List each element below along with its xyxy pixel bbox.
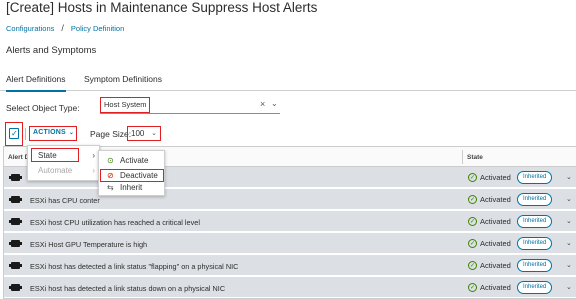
check-circle-icon: ✓ [468,195,477,204]
table-row[interactable]: ESXi host has detected a link status "fl… [4,255,576,276]
tab-symptom-definitions[interactable]: Symptom Definitions [84,74,162,84]
breadcrumb-configurations-link[interactable]: Configurations [6,24,54,33]
chevron-right-icon: › [92,151,95,160]
alert-definition-icon [9,262,22,269]
chevron-down-icon[interactable]: ⌄ [271,99,278,108]
select-all-highlight: ✓ [5,122,23,146]
check-circle-icon: ✓ [468,173,477,182]
state-highlight [31,148,79,162]
submenu-item-inherit[interactable]: ⇆ Inherit [100,182,164,195]
state-cell: ✓ Activated [468,239,511,248]
actions-button[interactable]: ACTIONS ⌄ [29,126,77,141]
page-size-label: Page Size: [90,129,132,139]
check-circle-icon: ✓ [468,261,477,270]
submenu-item-label: Activate [120,156,149,165]
alert-definition-icon [9,196,22,203]
alert-definition-icon [9,218,22,225]
clear-icon[interactable]: × [260,99,265,109]
state-text: Activated [480,173,511,182]
inherit-icon: ⇆ [107,183,114,192]
state-text: Activated [480,239,511,248]
tab-alert-definitions[interactable]: Alert Definitions [6,74,66,92]
inherited-badge: Inherited [517,237,553,250]
toolbar-divider [25,128,26,140]
check-circle-icon: ✓ [468,217,477,226]
chevron-down-icon: ⌄ [151,130,157,137]
object-type-value[interactable]: Host System [100,97,150,113]
menu-item-automate[interactable]: Automate › [29,163,100,178]
table-row[interactable]: ESXi host CPU utilization has reached a … [4,211,576,232]
alert-definition-icon [9,284,22,291]
state-cell: ✓ Activated [468,261,511,270]
state-cell: ✓ Activated [468,173,511,182]
section-title: Alerts and Symptoms [6,45,97,56]
alert-name: ESXi host has detected a link status dow… [30,284,226,293]
actions-dropdown-menu: State › Automate › [27,145,100,181]
table-row[interactable]: ESXi Host GPU Temperature is high ✓ Activ… [4,233,576,254]
inherited-badge: Inherited [517,171,553,184]
submenu-item-activate[interactable]: ⊙ Activate [100,155,164,168]
chevron-down-icon[interactable]: ⌄ [566,283,572,291]
submenu-item-label: Deactivate [120,171,158,180]
column-divider[interactable] [462,150,463,164]
chevron-down-icon[interactable]: ⌄ [566,239,572,247]
menu-item-label: Automate [38,166,73,175]
actions-label: ACTIONS [33,129,66,136]
breadcrumb: Configurations / Policy Definition [6,23,124,33]
inherited-badge: Inherited [517,215,553,228]
page-title: [Create] Hosts in Maintenance Suppress H… [6,0,318,15]
table-row[interactable]: ESXi has CPU conter ✓ Activated Inherited… [4,189,576,210]
chevron-down-icon[interactable]: ⌄ [566,173,572,181]
alert-name: ESXi host CPU utilization has reached a … [30,218,200,227]
inherited-badge: Inherited [517,193,553,206]
alert-definition-icon [9,174,22,181]
chevron-down-icon[interactable]: ⌄ [566,217,572,225]
chevron-down-icon: ⌄ [68,130,75,136]
alert-name: ESXi Host GPU Temperature is high [30,240,148,249]
check-circle-icon: ⊙ [107,156,114,165]
alert-name: ESXi host has detected a link status "fl… [30,262,239,271]
state-submenu: ⊙ Activate ⊘ Deactivate ⇆ Inherit [98,150,165,196]
menu-item-state[interactable]: State › [29,148,100,163]
column-header-state[interactable]: State [467,154,483,161]
check-circle-icon: ✓ [468,283,477,292]
breadcrumb-separator: / [61,23,64,33]
breadcrumb-policy-definition-link[interactable]: Policy Definition [71,24,124,33]
page-size-value: 100 [131,129,145,138]
state-text: Activated [480,261,511,270]
chevron-down-icon[interactable]: ⌄ [566,195,572,203]
chevron-down-icon[interactable]: ⌄ [566,261,572,269]
object-type-select[interactable]: Host System × ⌄ [100,97,280,114]
select-all-checkbox-icon[interactable]: ✓ [9,128,19,139]
state-cell: ✓ Activated [468,283,511,292]
inherited-badge: Inherited [517,281,553,294]
page-size-select[interactable]: 100 ⌄ [127,126,161,141]
state-cell: ✓ Activated [468,195,511,204]
check-icon: ✓ [11,129,18,138]
ban-icon: ⊘ [107,171,114,180]
state-text: Activated [480,283,511,292]
inherited-badge: Inherited [517,259,553,272]
alert-definition-icon [9,240,22,247]
object-type-label: Select Object Type: [6,103,80,113]
state-cell: ✓ Activated [468,217,511,226]
table-row[interactable]: ESXi host has detected a link status dow… [4,277,576,298]
submenu-item-label: Inherit [120,183,143,192]
submenu-item-deactivate[interactable]: ⊘ Deactivate [100,169,164,182]
alert-name: ESXi has CPU conter [30,196,100,205]
chevron-right-icon: › [92,166,95,175]
state-text: Activated [480,195,511,204]
tab-bar: Alert Definitions Symptom Definitions [0,67,576,92]
check-circle-icon: ✓ [468,239,477,248]
state-text: Activated [480,217,511,226]
